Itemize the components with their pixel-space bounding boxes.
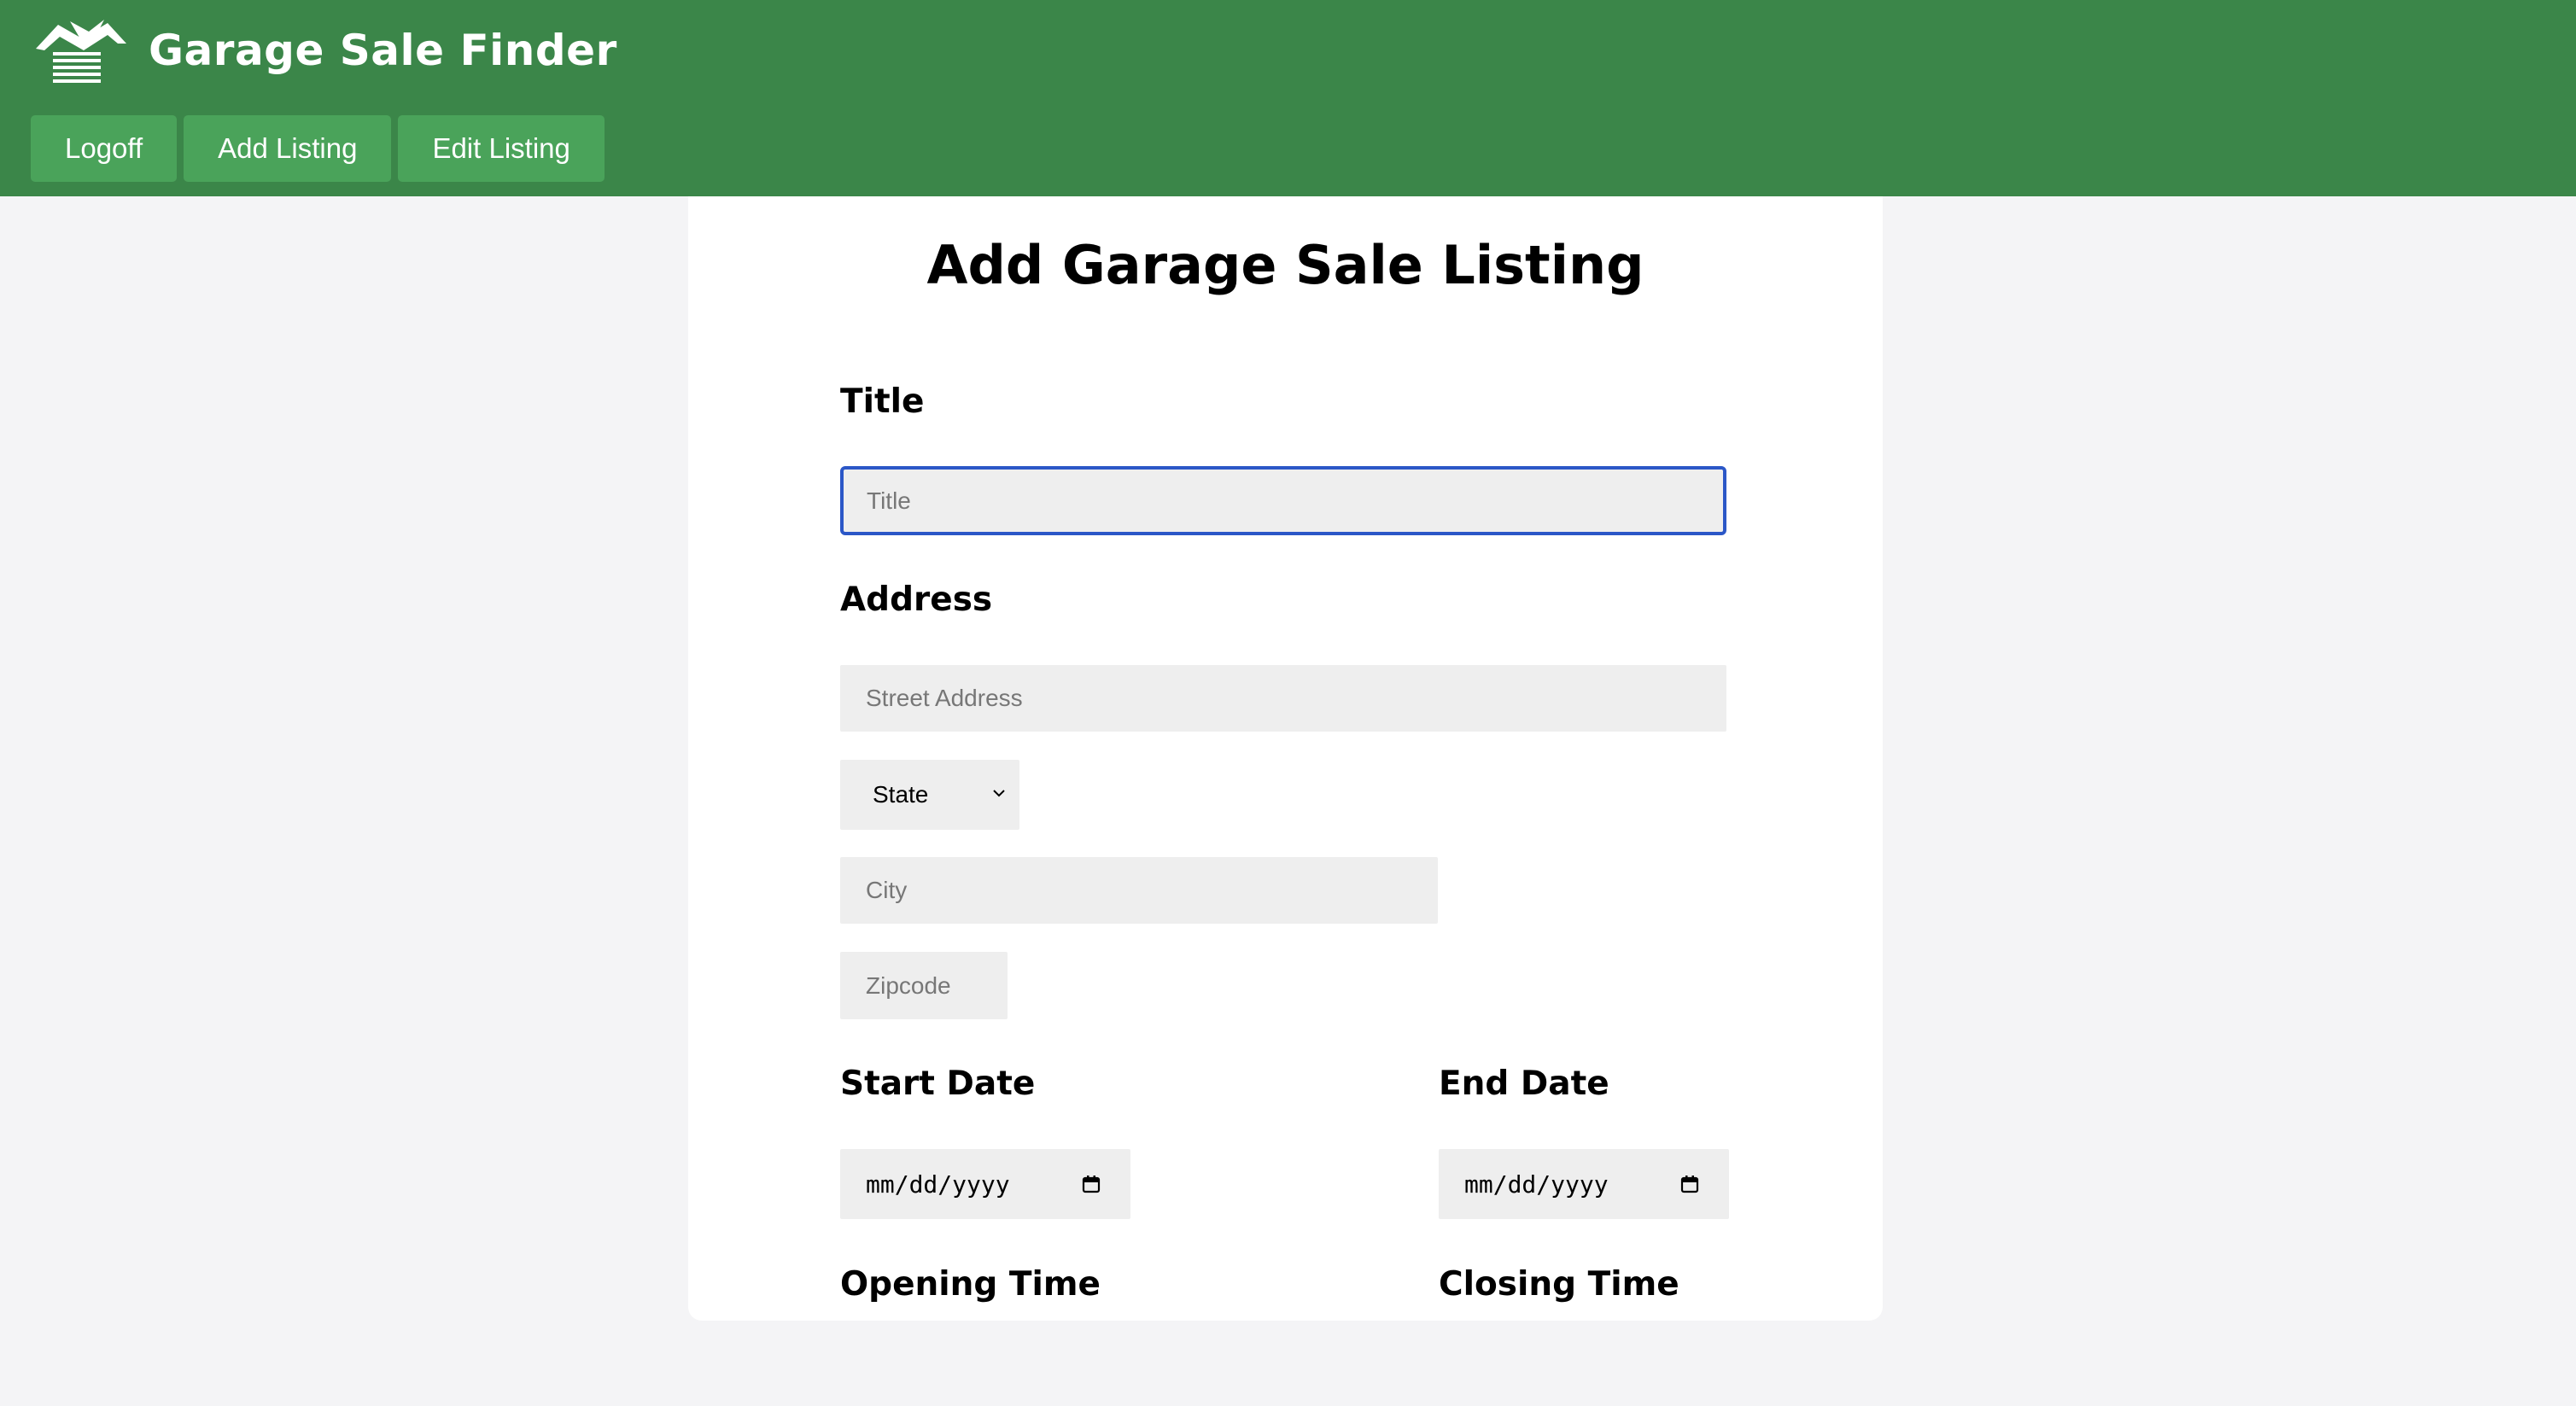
calendar-icon[interactable] xyxy=(1679,1174,1700,1194)
opening-time-label: Opening Time xyxy=(840,1265,1101,1304)
state-select-value: State xyxy=(873,781,929,808)
calendar-icon[interactable] xyxy=(1081,1174,1101,1194)
add-listing-button[interactable]: Add Listing xyxy=(184,115,392,182)
closing-time-label: Closing Time xyxy=(1439,1265,1679,1304)
logoff-button[interactable]: Logoff xyxy=(31,115,178,182)
app-name: Garage Sale Finder xyxy=(149,26,617,75)
street-address-input[interactable] xyxy=(840,665,1726,732)
end-date-label: End Date xyxy=(1439,1065,1609,1103)
title-input[interactable] xyxy=(840,466,1726,535)
listing-form-card: Add Garage Sale Listing Title Address St… xyxy=(688,196,1883,1321)
brand[interactable]: Garage Sale Finder xyxy=(32,14,617,87)
page-title: Add Garage Sale Listing xyxy=(926,234,1644,296)
end-date-input[interactable]: mm/dd/yyyy xyxy=(1439,1149,1729,1219)
start-date-value: mm/dd/yyyy xyxy=(866,1170,1010,1199)
state-select[interactable]: State xyxy=(840,760,1019,830)
city-input[interactable] xyxy=(840,857,1438,924)
chevron-down-icon xyxy=(993,790,1005,797)
zipcode-input[interactable] xyxy=(840,952,1008,1019)
title-label: Title xyxy=(840,382,925,421)
address-label: Address xyxy=(840,580,993,619)
edit-listing-button[interactable]: Edit Listing xyxy=(398,115,605,182)
nav-bar: Logoff Add Listing Edit Listing xyxy=(31,115,611,182)
start-date-input[interactable]: mm/dd/yyyy xyxy=(840,1149,1130,1219)
end-date-value: mm/dd/yyyy xyxy=(1464,1170,1609,1199)
garage-house-bird-icon xyxy=(36,20,126,83)
start-date-label: Start Date xyxy=(840,1065,1036,1103)
top-header: Garage Sale Finder Logoff Add Listing Ed… xyxy=(0,0,2576,196)
